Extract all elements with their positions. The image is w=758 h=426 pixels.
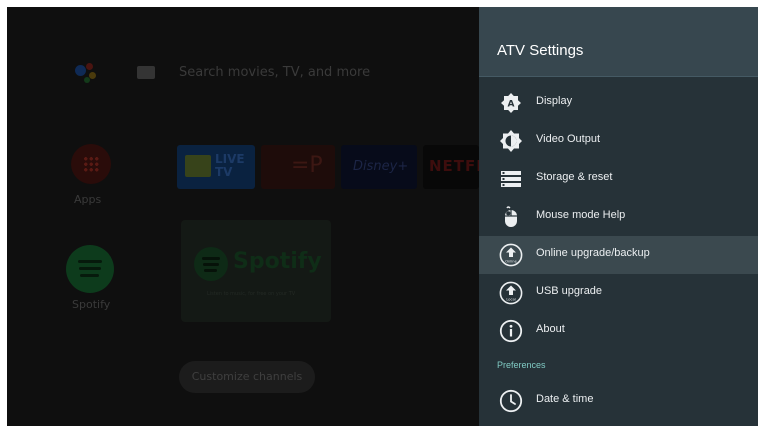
spotify-label: Spotify — [72, 298, 111, 311]
online-icon-text: Online — [505, 259, 517, 263]
online-upgrade-icon: Online — [499, 243, 523, 267]
channel-netflix[interactable]: NETFLI — [423, 145, 492, 189]
home-screen-dimmed: Search movies, TV, and more Apps Spotify… — [7, 7, 492, 426]
disney-logo: Disney+ — [353, 159, 409, 174]
settings-title: ATV Settings — [497, 42, 584, 59]
svg-text:A: A — [508, 100, 515, 110]
live-tv-line2: TV — [215, 165, 233, 179]
menu-item-date-time[interactable]: Date & time — [479, 382, 758, 420]
channel-disney-plus[interactable]: Disney+ — [341, 145, 417, 189]
google-assistant-icon[interactable] — [75, 62, 101, 86]
channel-live-tv[interactable]: LIVE TV — [177, 145, 255, 189]
menu-item-label: Storage & reset — [536, 171, 613, 183]
section-preferences: Preferences — [497, 360, 546, 370]
menu-item-usb-upgrade[interactable]: Local USB upgrade — [479, 274, 758, 312]
spotify-banner-tagline: Listen to music, for free on your TV — [207, 291, 296, 297]
local-icon-text: Local — [506, 297, 515, 301]
menu-item-label: Date & time — [536, 393, 594, 405]
menu-item-label: USB upgrade — [536, 285, 603, 297]
spotify-banner-icon — [194, 247, 228, 281]
channel-p[interactable]: =P — [261, 145, 335, 189]
video-output-icon — [500, 130, 522, 152]
tv-icon — [185, 155, 211, 177]
menu-item-online-upgrade-backup[interactable]: Online Online upgrade/backup — [479, 236, 758, 274]
spotify-banner[interactable]: Spotify Listen to music, for free on you… — [181, 220, 331, 322]
keyboard-icon[interactable] — [137, 66, 155, 79]
menu-item-mouse-mode-help[interactable]: Mouse mode Help — [479, 198, 758, 236]
tv-screen: Search movies, TV, and more Apps Spotify… — [7, 7, 758, 426]
settings-panel: ATV Settings A Display Video Output Stor… — [479, 7, 758, 426]
menu-item-about[interactable]: About — [479, 312, 758, 350]
customize-channels-button[interactable]: Customize channels — [179, 361, 315, 393]
menu-item-display[interactable]: A Display — [479, 84, 758, 122]
menu-item-label: Mouse mode Help — [536, 209, 626, 221]
menu-item-label: About — [536, 323, 565, 335]
menu-item-label: Display — [536, 95, 573, 107]
spotify-banner-name: Spotify — [233, 249, 322, 274]
menu-item-storage-reset[interactable]: Storage & reset — [479, 160, 758, 198]
info-icon — [499, 319, 523, 343]
menu-item-label: Online upgrade/backup — [536, 247, 650, 259]
storage-icon — [501, 171, 521, 187]
mouse-icon — [505, 206, 517, 227]
usb-upgrade-icon: Local — [499, 281, 523, 305]
search-placeholder[interactable]: Search movies, TV, and more — [179, 65, 370, 80]
apps-grid-icon[interactable] — [71, 144, 111, 184]
display-icon: A — [501, 93, 521, 113]
apps-label: Apps — [74, 193, 102, 206]
spotify-icon[interactable] — [66, 245, 114, 293]
clock-icon — [499, 389, 523, 413]
menu-item-label: Video Output — [536, 133, 601, 145]
menu-item-video-output[interactable]: Video Output — [479, 122, 758, 160]
p-logo: =P — [291, 153, 323, 178]
